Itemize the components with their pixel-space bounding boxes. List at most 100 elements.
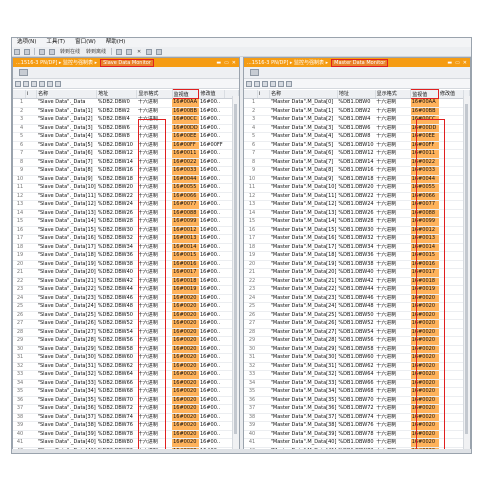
table-row[interactable]: 13 "Slave Data"._Data[12] %DB2.DBW24 十六进制 16…: [13, 200, 239, 210]
table-row[interactable]: 7 "Slave Data"._Data[6] %DB2.DBW12 十六进制 16#0…: [13, 149, 239, 159]
scrollbar-thumb[interactable]: [465, 104, 468, 434]
download-icon[interactable]: [49, 48, 55, 55]
table-row[interactable]: 22 "Master Data".M_Data[21] %DB1.DBW42 十六进制…: [244, 277, 470, 286]
table-row[interactable]: 39 "Master Data".M_Data[38] %DB1.DBW76 十六进制…: [244, 421, 470, 431]
row-modify-value[interactable]: [438, 421, 464, 431]
table-row[interactable]: 11 "Slave Data"._Data[10] %DB2.DBW20 十六进制 16…: [13, 183, 239, 193]
table-row[interactable]: 16 "Slave Data"._Data[15] %DB2.DBW30 十六进制 16…: [13, 226, 239, 235]
table-row[interactable]: 18 "Master Data".M_Data[17] %DB1.DBW34 十六进制…: [244, 243, 470, 252]
table-row[interactable]: 34 "Slave Data"._Data[33] %DB2.DBW66 十六进制 16…: [13, 379, 239, 388]
menu-help[interactable]: 帮助(H): [101, 38, 130, 47]
minimize-icon[interactable]: ▬: [216, 60, 221, 66]
row-modify-value[interactable]: [438, 370, 464, 380]
col-monitor-value[interactable]: 监视值: [410, 89, 439, 99]
row-modify-value[interactable]: [438, 251, 464, 261]
table-row[interactable]: 3 "Master Data".M_Data[2] %DB1.DBW4 十六进制 16#…: [244, 115, 470, 125]
table-row[interactable]: 8 "Slave Data"._Data[7] %DB2.DBW14 十六进制 16#0…: [13, 158, 239, 167]
table-row[interactable]: 5 "Master Data".M_Data[4] %DB1.DBW8 十六进制 16#…: [244, 132, 470, 142]
table-row[interactable]: 17 "Slave Data"._Data[16] %DB2.DBW32 十六进制 16…: [13, 234, 239, 244]
row-modify-value[interactable]: 16#00..: [198, 158, 225, 167]
row-modify-value[interactable]: [438, 166, 464, 176]
table-row[interactable]: 29 "Slave Data"._Data[28] %DB2.DBW56 十六进制 16…: [13, 336, 239, 346]
row-modify-value[interactable]: 16#00..: [198, 209, 225, 218]
table-row[interactable]: 14 "Master Data".M_Data[13] %DB1.DBW26 十六进制…: [244, 209, 470, 218]
monitor-icon[interactable]: [116, 48, 123, 55]
table-row[interactable]: 32 "Master Data".M_Data[31] %DB1.DBW62 十六进制…: [244, 362, 470, 371]
monitor-all-icon[interactable]: [270, 80, 276, 87]
refresh-icon[interactable]: [31, 80, 37, 87]
table-row[interactable]: 14 "Slave Data"._Data[13] %DB2.DBW26 十六进制 16…: [13, 209, 239, 218]
table-row[interactable]: 20 "Slave Data"._Data[19] %DB2.DBW38 十六进制 16…: [13, 260, 239, 269]
col-name[interactable]: 名称: [269, 89, 338, 99]
restore-icon[interactable]: ▭: [224, 60, 229, 66]
close-icon[interactable]: ✕: [463, 60, 467, 66]
table-row[interactable]: 9 "Master Data".M_Data[8] %DB1.DBW16 十六进制 16…: [244, 166, 470, 176]
close-icon[interactable]: ✕: [134, 49, 144, 55]
row-modify-value[interactable]: 16#00..: [198, 149, 225, 159]
print-icon[interactable]: [24, 48, 30, 55]
col-name[interactable]: 名称: [36, 89, 98, 99]
table-row[interactable]: 2 "Master Data".M_Data[1] %DB1.DBW2 十六进制 16#…: [244, 107, 470, 116]
row-modify-value[interactable]: [438, 132, 464, 142]
table-row[interactable]: 30 "Slave Data"._Data[29] %DB2.DBW58 十六进制 16…: [13, 345, 239, 354]
col-address[interactable]: 地址: [337, 89, 376, 99]
row-modify-value[interactable]: [438, 379, 464, 388]
row-modify-value[interactable]: 16#00..: [198, 234, 225, 244]
window-icon[interactable]: [126, 48, 133, 55]
table-row[interactable]: 38 "Master Data".M_Data[37] %DB1.DBW74 十六进制…: [244, 413, 470, 422]
table-row[interactable]: 21 "Master Data".M_Data[20] %DB1.DBW40 十六进制…: [244, 268, 470, 278]
row-modify-value[interactable]: 16#00..: [198, 285, 225, 295]
menu-window[interactable]: 窗口(W): [70, 38, 101, 47]
row-modify-value[interactable]: [438, 141, 464, 150]
row-modify-value[interactable]: 16#00..: [198, 98, 225, 108]
row-modify-value[interactable]: [438, 226, 464, 235]
table-row[interactable]: 31 "Master Data".M_Data[30] %DB1.DBW60 十六进制…: [244, 353, 470, 363]
row-modify-value[interactable]: 16#00..: [198, 277, 225, 286]
delete-row-icon[interactable]: [23, 80, 29, 87]
table-row[interactable]: 19 "Master Data".M_Data[18] %DB1.DBW36 十六进制…: [244, 251, 470, 261]
split-icon[interactable]: [146, 48, 153, 55]
row-modify-value[interactable]: [438, 200, 464, 210]
row-modify-value[interactable]: [438, 217, 464, 227]
row-modify-value[interactable]: [438, 396, 464, 405]
row-modify-value[interactable]: [438, 124, 464, 133]
row-modify-value[interactable]: 16#00..: [198, 268, 225, 278]
table-row[interactable]: 4 "Slave Data"._Data[3] %DB2.DBW6 十六进制 16#00…: [13, 124, 239, 133]
insert-row-icon[interactable]: [246, 80, 252, 87]
row-modify-value[interactable]: [438, 209, 464, 218]
table-row[interactable]: 36 "Slave Data"._Data[35] %DB2.DBW70 十六进制 16…: [13, 396, 239, 405]
row-modify-value[interactable]: 16#00..: [198, 183, 225, 193]
table-row[interactable]: 22 "Slave Data"._Data[21] %DB2.DBW42 十六进制 16…: [13, 277, 239, 286]
table-row[interactable]: 18 "Slave Data"._Data[17] %DB2.DBW34 十六进制 16…: [13, 243, 239, 252]
row-modify-value[interactable]: 16#00..: [198, 175, 225, 184]
table-row[interactable]: 37 "Master Data".M_Data[36] %DB1.DBW72 十六进制…: [244, 404, 470, 414]
row-modify-value[interactable]: [438, 404, 464, 414]
row-modify-value[interactable]: 16#00..: [198, 243, 225, 252]
table-row[interactable]: 2 "Slave Data"._Data[1] %DB2.DBW2 十六进制 16#00…: [13, 107, 239, 116]
row-modify-value[interactable]: [438, 277, 464, 286]
table-row[interactable]: 7 "Master Data".M_Data[6] %DB1.DBW12 十六进制 16…: [244, 149, 470, 159]
table-row[interactable]: 28 "Master Data".M_Data[27] %DB1.DBW54 十六进制…: [244, 328, 470, 337]
row-modify-value[interactable]: 16#00..: [198, 430, 225, 439]
row-modify-value[interactable]: 16#00..: [198, 115, 225, 125]
table-row[interactable]: 17 "Master Data".M_Data[16] %DB1.DBW32 十六进制…: [244, 234, 470, 244]
row-modify-value[interactable]: [438, 353, 464, 363]
table-row[interactable]: 28 "Slave Data"._Data[27] %DB2.DBW54 十六进制 16…: [13, 328, 239, 337]
vertical-scrollbar[interactable]: [232, 96, 239, 452]
col-format[interactable]: 显示格式: [136, 89, 173, 99]
table-row[interactable]: 6 "Master Data".M_Data[5] %DB1.DBW10 十六进制 16…: [244, 141, 470, 150]
row-modify-value[interactable]: [438, 285, 464, 295]
table-row[interactable]: 40 "Slave Data"._Data[39] %DB2.DBW78 十六进制 16…: [13, 430, 239, 439]
row-modify-value[interactable]: 16#00..: [198, 413, 225, 422]
col-format[interactable]: 显示格式: [375, 89, 412, 99]
row-modify-value[interactable]: [438, 345, 464, 354]
row-modify-value[interactable]: [438, 294, 464, 303]
row-modify-value[interactable]: 16#00..: [198, 336, 225, 346]
table-row[interactable]: 39 "Slave Data"._Data[38] %DB2.DBW76 十六进制 16…: [13, 421, 239, 431]
row-modify-value[interactable]: [438, 107, 464, 116]
row-modify-value[interactable]: [438, 98, 464, 108]
minimize-icon[interactable]: ▬: [447, 60, 452, 66]
row-modify-value[interactable]: 16#00..: [198, 302, 225, 312]
table-row[interactable]: 27 "Slave Data"._Data[26] %DB2.DBW52 十六进制 16…: [13, 319, 239, 329]
row-modify-value[interactable]: 16#00..: [198, 370, 225, 380]
